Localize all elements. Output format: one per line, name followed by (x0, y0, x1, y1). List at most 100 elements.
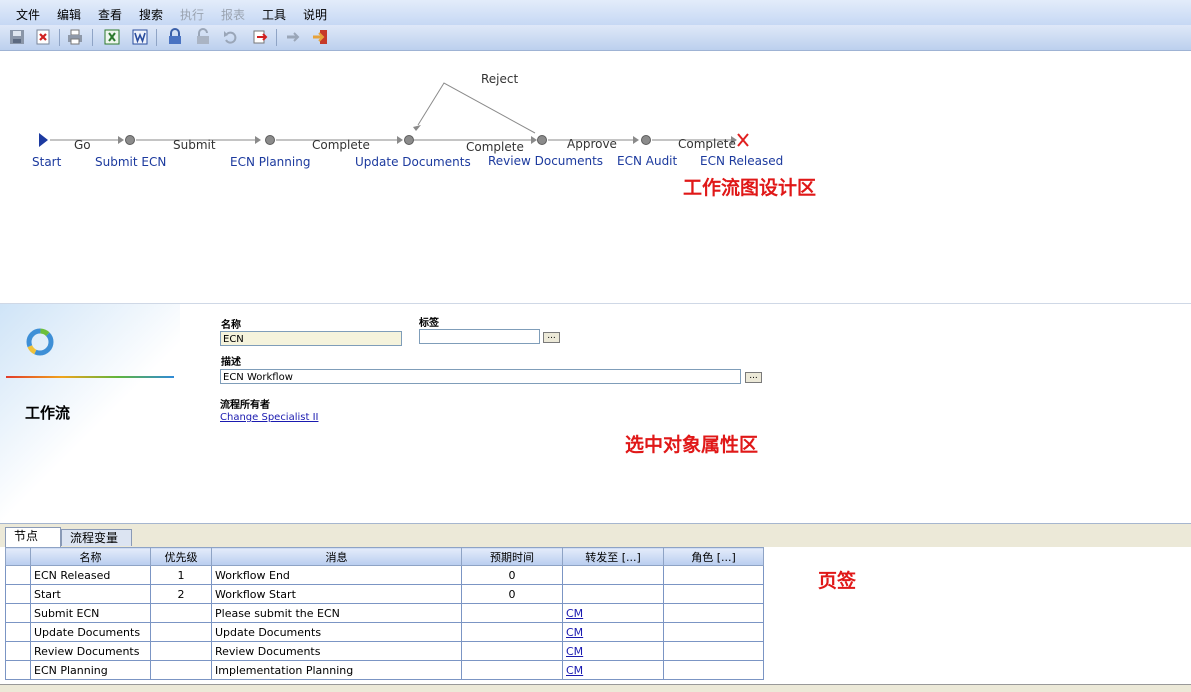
cell-expected-time[interactable] (461, 603, 563, 623)
forward-link[interactable]: CM (566, 664, 583, 677)
cell-role[interactable] (663, 641, 764, 661)
node-label-ecn-planning[interactable]: ECN Planning (230, 155, 310, 169)
print-icon[interactable] (66, 28, 84, 46)
menu-help[interactable]: 说明 (303, 6, 327, 23)
menu-execute[interactable]: 执行 (180, 6, 204, 23)
tag-browse-button[interactable]: ... (543, 332, 560, 343)
row-selector[interactable] (5, 565, 31, 585)
cell-forward-to[interactable]: CM (562, 660, 664, 680)
node-label-ecn-released[interactable]: ECN Released (700, 154, 783, 168)
cell-forward-to[interactable] (562, 584, 664, 604)
cell-message[interactable]: Workflow End (211, 565, 462, 585)
forward-link[interactable]: CM (566, 607, 583, 620)
excel-export-icon[interactable] (103, 28, 121, 46)
cell-priority[interactable] (150, 603, 212, 623)
word-export-icon[interactable] (131, 28, 149, 46)
node-label-review-documents[interactable]: Review Documents (488, 154, 603, 168)
tab-process-variables[interactable]: 流程变量 (61, 529, 132, 546)
cell-name[interactable]: Review Documents (30, 641, 151, 661)
transition-label-complete-2[interactable]: Complete (466, 140, 524, 154)
menu-view[interactable]: 查看 (98, 6, 122, 23)
column-header-expected-time[interactable]: 预期时间 (461, 547, 563, 566)
table-row[interactable]: Review Documents Review Documents CM (5, 641, 764, 661)
cell-forward-to[interactable]: CM (562, 622, 664, 642)
cell-priority[interactable] (150, 641, 212, 661)
cell-priority[interactable]: 1 (150, 565, 212, 585)
close-doc-icon[interactable] (34, 28, 52, 46)
row-selector[interactable] (5, 603, 31, 623)
node-label-submit-ecn[interactable]: Submit ECN (95, 155, 166, 169)
menu-file[interactable]: 文件 (16, 6, 40, 23)
cell-message[interactable]: Workflow Start (211, 584, 462, 604)
node-label-start[interactable]: Start (32, 155, 61, 169)
cell-name[interactable]: Submit ECN (30, 603, 151, 623)
cell-message[interactable]: Implementation Planning (211, 660, 462, 680)
cell-priority[interactable] (150, 622, 212, 642)
table-row[interactable]: Update Documents Update Documents CM (5, 622, 764, 642)
row-selector[interactable] (5, 622, 31, 642)
description-browse-button[interactable]: ... (745, 372, 762, 383)
exit-icon[interactable] (311, 28, 329, 46)
lock-icon[interactable] (166, 28, 184, 46)
forward-link[interactable]: CM (566, 645, 583, 658)
table-row[interactable]: ECN Planning Implementation Planning CM (5, 660, 764, 680)
owner-link[interactable]: Change Specialist II (220, 412, 318, 423)
transition-label-reject[interactable]: Reject (481, 72, 518, 86)
tab-nodes[interactable]: 节点 (5, 527, 61, 547)
menu-edit[interactable]: 编辑 (57, 6, 81, 23)
save-icon[interactable] (8, 28, 26, 46)
cell-name[interactable]: Update Documents (30, 622, 151, 642)
cell-expected-time[interactable] (461, 641, 563, 661)
cell-name[interactable]: ECN Planning (30, 660, 151, 680)
transition-label-submit[interactable]: Submit (173, 138, 216, 152)
cell-expected-time[interactable]: 0 (461, 584, 563, 604)
description-field[interactable]: ECN Workflow (220, 369, 741, 384)
tag-field[interactable] (419, 329, 540, 344)
menu-search[interactable]: 搜索 (139, 6, 163, 23)
name-field[interactable]: ECN (220, 331, 402, 346)
cell-role[interactable] (663, 622, 764, 642)
cell-priority[interactable]: 2 (150, 584, 212, 604)
workflow-design-canvas[interactable]: Go Submit Complete Complete Approve Comp… (0, 51, 1191, 303)
cell-forward-to[interactable] (562, 565, 664, 585)
cell-forward-to[interactable]: CM (562, 641, 664, 661)
cell-expected-time[interactable] (461, 660, 563, 680)
table-row[interactable]: Submit ECN Please submit the ECN CM (5, 603, 764, 623)
row-selector[interactable] (5, 660, 31, 680)
node-label-update-documents[interactable]: Update Documents (355, 155, 471, 169)
cell-role[interactable] (663, 584, 764, 604)
undo-icon[interactable] (222, 28, 240, 46)
cell-role[interactable] (663, 603, 764, 623)
table-row[interactable]: ECN Released 1 Workflow End 0 (5, 565, 764, 585)
transition-label-go[interactable]: Go (74, 138, 91, 152)
cell-priority[interactable] (150, 660, 212, 680)
forward-link[interactable]: CM (566, 626, 583, 639)
menu-report[interactable]: 报表 (221, 6, 245, 23)
cell-role[interactable] (663, 565, 764, 585)
revert-icon[interactable] (251, 28, 269, 46)
transition-label-complete-1[interactable]: Complete (312, 138, 370, 152)
cell-role[interactable] (663, 660, 764, 680)
cell-message[interactable]: Update Documents (211, 622, 462, 642)
cell-forward-to[interactable]: CM (562, 603, 664, 623)
cell-expected-time[interactable]: 0 (461, 565, 563, 585)
menu-tools[interactable]: 工具 (262, 6, 286, 23)
node-label-ecn-audit[interactable]: ECN Audit (617, 154, 677, 168)
cell-expected-time[interactable] (461, 622, 563, 642)
column-header-priority[interactable]: 优先级 (150, 547, 212, 566)
table-row[interactable]: Start 2 Workflow Start 0 (5, 584, 764, 604)
column-header-name[interactable]: 名称 (30, 547, 151, 566)
column-header-role[interactable]: 角色 [...] (663, 547, 764, 566)
cell-message[interactable]: Please submit the ECN (211, 603, 462, 623)
unlock-icon[interactable] (194, 28, 212, 46)
cell-name[interactable]: ECN Released (30, 565, 151, 585)
row-selector[interactable] (5, 584, 31, 604)
cell-name[interactable]: Start (30, 584, 151, 604)
column-header-message[interactable]: 消息 (211, 547, 462, 566)
transition-label-approve[interactable]: Approve (567, 137, 617, 151)
cell-message[interactable]: Review Documents (211, 641, 462, 661)
column-header-forward-to[interactable]: 转发至 [...] (562, 547, 664, 566)
row-selector[interactable] (5, 641, 31, 661)
logout-icon[interactable] (284, 28, 302, 46)
transition-label-complete-3[interactable]: Complete (678, 137, 736, 151)
